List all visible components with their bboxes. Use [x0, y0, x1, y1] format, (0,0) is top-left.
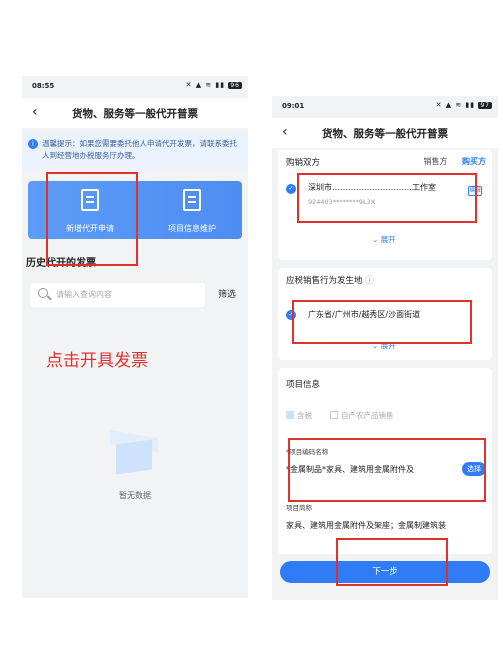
party-tabs: 销售方 购买方 — [411, 156, 486, 167]
status-time: 09:01 — [282, 102, 305, 110]
annotation-box-location — [292, 300, 472, 344]
location-title: 应税销售行为发生地 ⓘ — [286, 276, 374, 286]
empty-box-icon — [106, 428, 162, 480]
project-short-label: 项目简称 — [286, 504, 312, 512]
annotation-text: 点击开具发票 — [46, 351, 148, 371]
project-info-button[interactable]: 项目信息维护 — [152, 189, 232, 234]
status-icons: ✕ ▲ ≋ ▮▮ 97 — [435, 101, 492, 109]
status-bar: 09:01 ✕ ▲ ≋ ▮▮ 97 — [272, 96, 498, 114]
annotation-box-new-invoice — [46, 172, 138, 266]
screenshot-root: 08:55 ✕ ▲ ≋ ▮▮ 96 ‹ 货物、服务等一般代开普票 i 温馨提示：… — [0, 0, 503, 657]
annotation-box-parties — [297, 173, 477, 223]
checkbox-icon — [330, 411, 338, 419]
annotation-box-project-code — [288, 438, 486, 502]
tax-included-checkbox[interactable]: 含税 — [286, 410, 312, 421]
tab-seller[interactable]: 销售方 — [423, 157, 447, 166]
info-icon: i — [28, 139, 38, 149]
tip-text: 温馨提示：如果您需要委托他人申请代开发票，请联系委托人到经营地办税服务厅办理。 — [42, 139, 237, 160]
document-list-icon — [183, 189, 201, 211]
search-icon — [38, 288, 48, 298]
annotation-box-next — [336, 538, 448, 586]
status-time: 08:55 — [32, 82, 55, 90]
battery-icon: 96 — [228, 82, 242, 89]
filter-button[interactable]: 筛选 — [218, 287, 236, 300]
project-short-value[interactable]: 家具、建筑用金属附件及架座；金属制建筑装 — [286, 520, 446, 531]
checkbox-icon — [286, 411, 294, 419]
page-title: 货物、服务等一般代开普票 — [322, 128, 448, 140]
nav-bar: ‹ 货物、服务等一般代开普票 — [22, 98, 248, 128]
farm-produce-checkbox[interactable]: 自产农产品销售 — [330, 410, 394, 421]
tab-buyer[interactable]: 购买方 — [462, 157, 486, 166]
check-icon[interactable]: ✓ — [286, 184, 296, 194]
project-info-label: 项目信息维护 — [168, 224, 216, 233]
nav-bar: ‹ 货物、服务等一般代开普票 — [272, 118, 498, 148]
info-icon: ⓘ — [365, 276, 374, 286]
battery-icon: 97 — [478, 102, 492, 109]
project-title: 项目信息 — [286, 380, 321, 390]
search-placeholder: 请输入查询内容 — [56, 290, 112, 299]
left-phone-screen: 08:55 ✕ ▲ ≋ ▮▮ 96 ‹ 货物、服务等一般代开普票 i 温馨提示：… — [22, 76, 248, 598]
search-input[interactable]: 请输入查询内容 — [30, 283, 205, 307]
page-title: 货物、服务等一般代开普票 — [72, 108, 198, 120]
parties-title: 购销双方 — [286, 158, 321, 168]
right-phone-screen: 09:01 ✕ ▲ ≋ ▮▮ 97 ‹ 货物、服务等一般代开普票 购销双方 销售… — [272, 96, 498, 600]
tip-banner: i 温馨提示：如果您需要委托他人申请代开发票，请联系委托人到经营地办税服务厅办理… — [22, 133, 248, 169]
status-bar: 08:55 ✕ ▲ ≋ ▮▮ 96 — [22, 76, 248, 94]
empty-state-text: 暂无数据 — [119, 491, 151, 500]
expand-parties-button[interactable]: ⌄ 展开 — [372, 234, 396, 245]
status-icons: ✕ ▲ ≋ ▮▮ 96 — [185, 81, 242, 89]
